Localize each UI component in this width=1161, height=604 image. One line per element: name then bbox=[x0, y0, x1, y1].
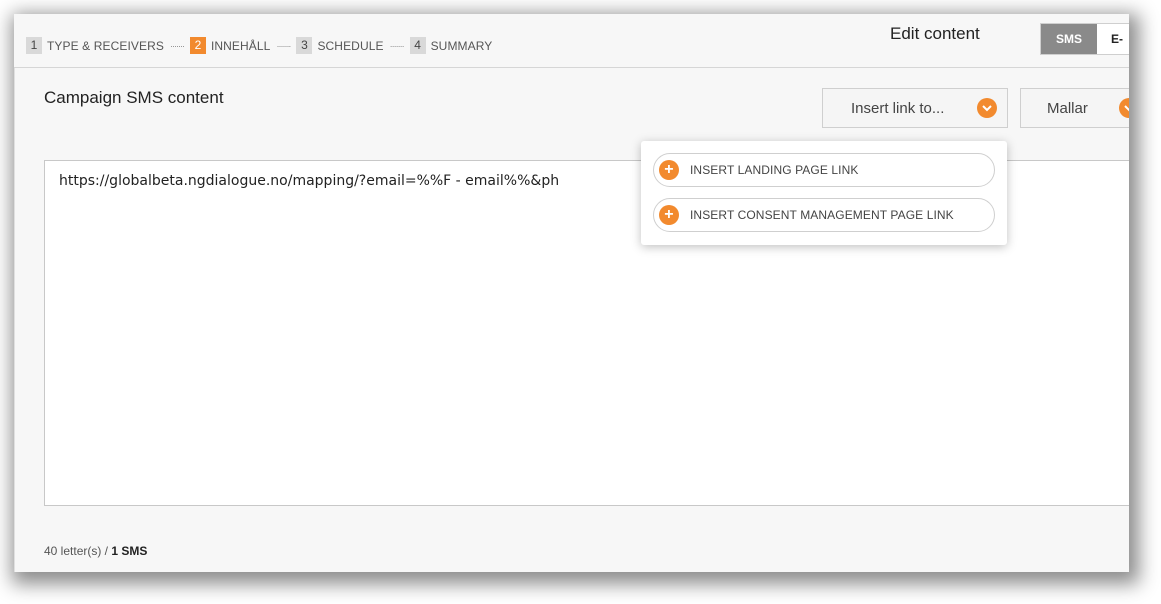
chevron-down-icon bbox=[1119, 98, 1129, 118]
channel-toggle: SMS E- bbox=[1040, 23, 1129, 55]
step-label-type-receivers[interactable]: TYPE & RECEIVERS bbox=[47, 39, 164, 53]
insert-landing-page-link-option[interactable]: + INSERT LANDING PAGE LINK bbox=[653, 153, 995, 187]
wizard-header: 1 TYPE & RECEIVERS ······· 2 INNEHÅLL ··… bbox=[14, 14, 1129, 68]
step-separator: ······· bbox=[169, 40, 185, 51]
wizard-steps: 1 TYPE & RECEIVERS ······· 2 INNEHÅLL ··… bbox=[26, 37, 498, 54]
step-number-2[interactable]: 2 bbox=[189, 37, 206, 54]
step-number-1[interactable]: 1 bbox=[26, 37, 42, 54]
step-label-schedule[interactable]: SCHEDULE bbox=[317, 39, 383, 53]
step-number-4[interactable]: 4 bbox=[409, 37, 426, 54]
chevron-down-icon bbox=[977, 98, 997, 118]
option-label: INSERT LANDING PAGE LINK bbox=[690, 163, 859, 177]
step-separator: ······· bbox=[389, 40, 405, 51]
campaign-sms-title: Campaign SMS content bbox=[44, 88, 224, 107]
edit-content-title: Edit content bbox=[890, 24, 980, 43]
mallar-label: Mallar bbox=[1047, 99, 1088, 117]
sms-count: 1 SMS bbox=[111, 544, 148, 558]
option-label: INSERT CONSENT MANAGEMENT PAGE LINK bbox=[690, 208, 954, 222]
plus-icon: + bbox=[659, 160, 679, 180]
insert-link-dropdown: + INSERT LANDING PAGE LINK + INSERT CONS… bbox=[641, 141, 1007, 245]
insert-consent-management-link-option[interactable]: + INSERT CONSENT MANAGEMENT PAGE LINK bbox=[653, 198, 995, 232]
insert-link-label: Insert link to... bbox=[851, 99, 945, 117]
app-window: 1 TYPE & RECEIVERS ······· 2 INNEHÅLL ··… bbox=[14, 14, 1129, 572]
character-counter: 40 letter(s) / 1 SMS bbox=[44, 544, 147, 558]
channel-email-tab[interactable]: E- bbox=[1097, 24, 1129, 54]
channel-sms-tab[interactable]: SMS bbox=[1041, 24, 1097, 54]
step-label-innehall[interactable]: INNEHÅLL bbox=[211, 39, 271, 53]
mallar-button[interactable]: Mallar bbox=[1020, 88, 1129, 128]
step-separator: ······· bbox=[276, 40, 291, 51]
plus-icon: + bbox=[659, 205, 679, 225]
letter-count: 40 letter(s) / bbox=[44, 544, 112, 558]
insert-link-button[interactable]: Insert link to... bbox=[822, 88, 1008, 128]
step-label-summary[interactable]: SUMMARY bbox=[431, 39, 493, 53]
step-number-3[interactable]: 3 bbox=[296, 37, 313, 54]
